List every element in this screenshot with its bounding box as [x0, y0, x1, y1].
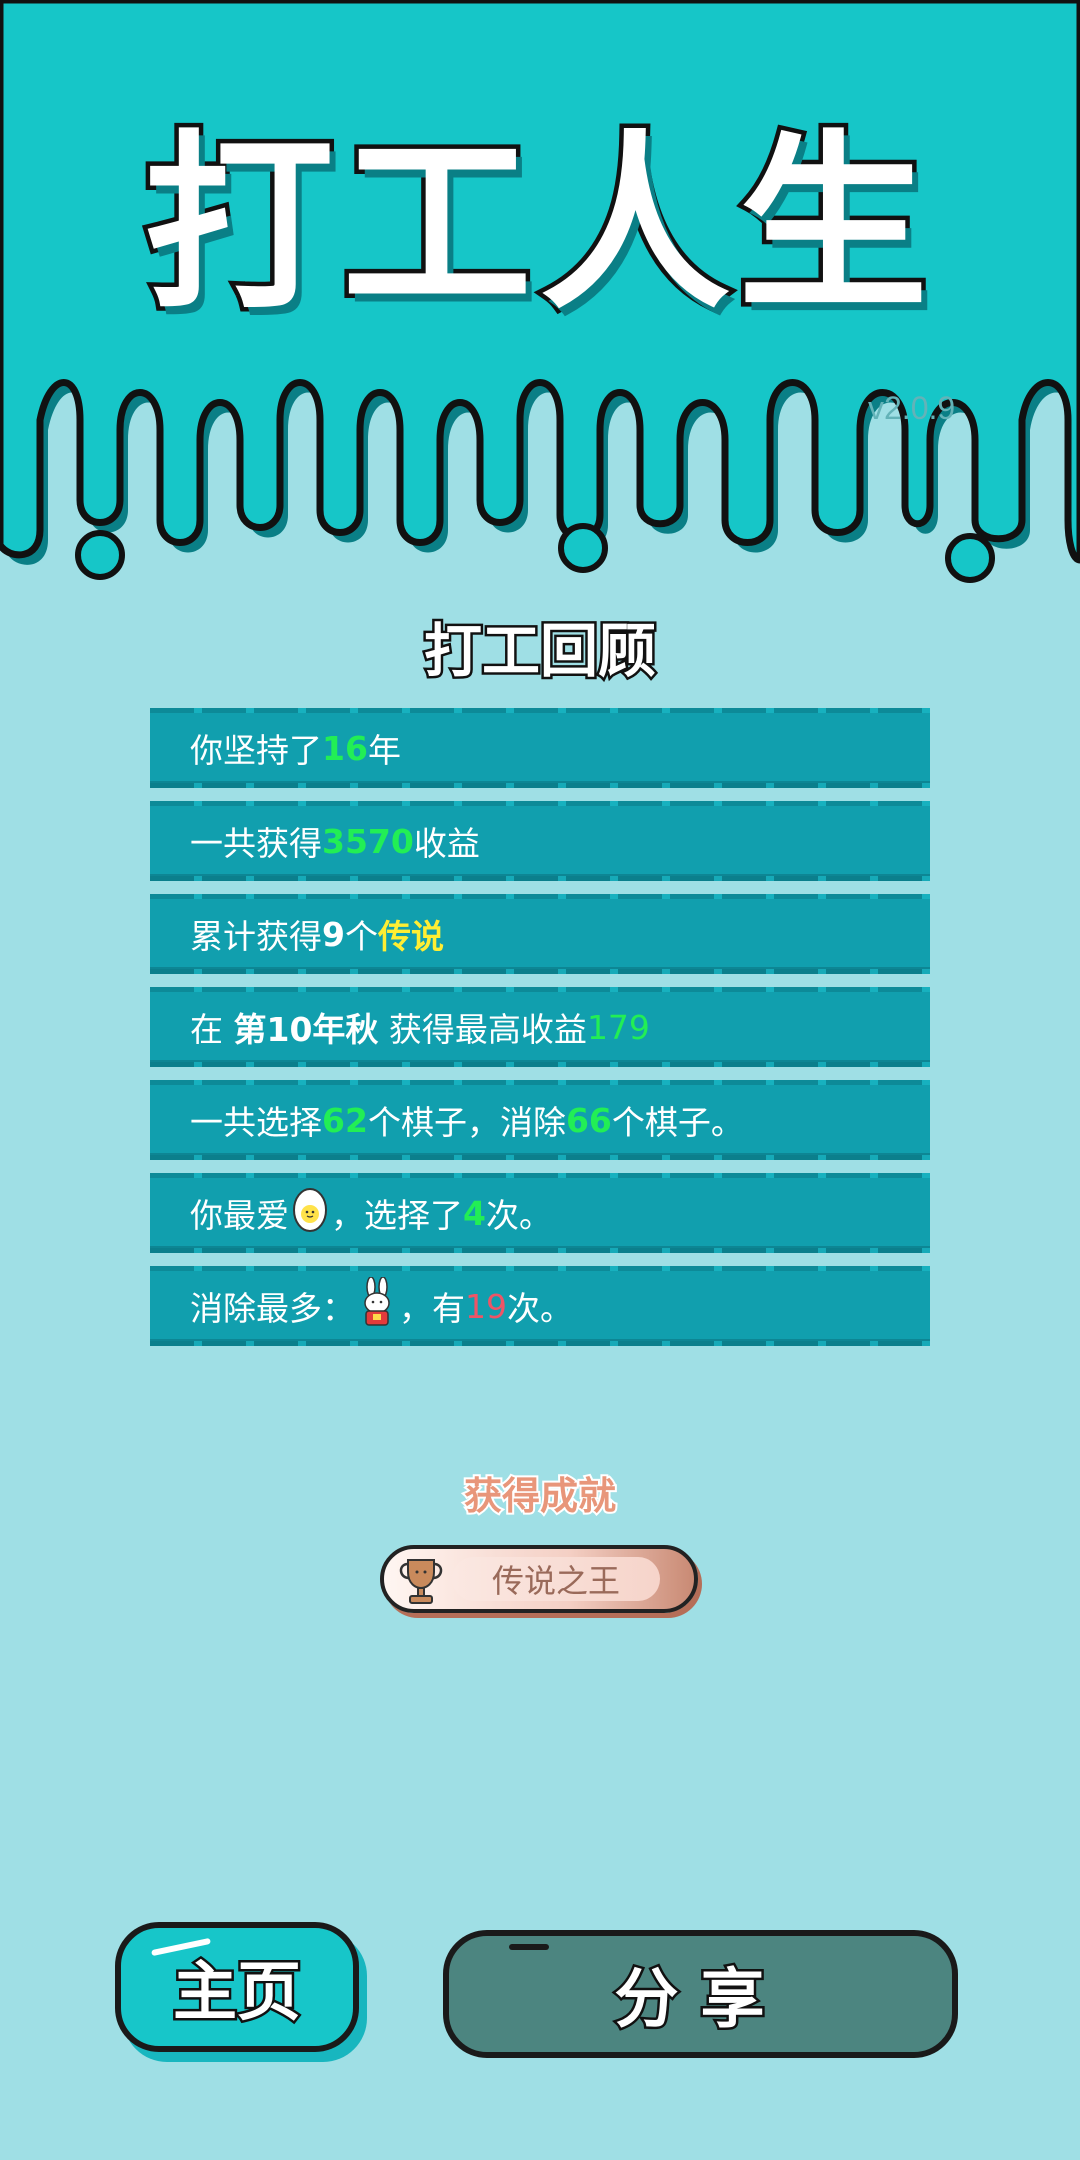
stat-text: 你最爱 — [190, 1196, 289, 1235]
header: 打工人生 v2.0.9 — [0, 0, 1080, 600]
stat-text: ，有 — [399, 1289, 465, 1328]
share-button[interactable]: 分享 — [443, 1930, 958, 2058]
stat-text: ，选择了 — [331, 1196, 463, 1235]
game-title: 打工人生 — [139, 114, 936, 335]
stat-value: 3570 — [322, 821, 414, 861]
stat-value: 179 — [586, 1007, 650, 1047]
version-label: v2.0.9 — [868, 390, 956, 426]
review-title: 打工回顾 — [421, 617, 658, 686]
stat-text: 个棋子，消除 — [367, 1103, 566, 1142]
review-stats: 你坚持了 16 年 一共获得 3570 收益 累计获得 9 个 传说 在 第10… — [150, 708, 930, 1359]
stat-text: 累计获得 — [190, 917, 322, 956]
stat-value: 16 — [322, 728, 368, 768]
stat-text: 个棋子。 — [611, 1103, 744, 1142]
trophy-icon — [396, 1554, 446, 1610]
stat-row-pieces: 一共选择 62 个棋子，消除 66 个棋子。 — [150, 1080, 930, 1160]
stat-text: 次。 — [485, 1196, 552, 1235]
home-button[interactable]: 主页 — [115, 1922, 359, 2052]
stat-value: 9 — [322, 914, 345, 954]
share-button-label: 分享 — [612, 1961, 787, 2040]
stat-row-income: 一共获得 3570 收益 — [150, 801, 930, 881]
stat-text: 你坚持了 — [190, 731, 322, 770]
stat-row-favorite: 你最爱 ，选择了 4 次。 — [150, 1173, 930, 1253]
stat-period: 第10年秋 — [233, 1010, 379, 1049]
stat-text: 获得最高收益 — [378, 1010, 587, 1049]
stat-text: 次。 — [507, 1289, 573, 1328]
stat-text: 年 — [367, 731, 401, 770]
button-highlight — [509, 1944, 549, 1950]
stat-text: 个 — [344, 917, 378, 956]
achievement-badge-label: 传说之王 — [452, 1557, 660, 1601]
home-button-label: 主页 — [171, 1954, 304, 2033]
stat-text: 一共选择 — [190, 1103, 322, 1142]
stat-row-years: 你坚持了 16 年 — [150, 708, 930, 788]
stat-row-most-eliminated: 消除最多： ，有 19 次。 — [150, 1266, 930, 1346]
stat-text: 一共获得 — [190, 824, 322, 863]
stat-value: 19 — [465, 1286, 507, 1326]
stat-highlight: 传说 — [377, 917, 444, 956]
stat-text: 消除最多： — [190, 1289, 355, 1328]
achievement-title: 获得成就 — [462, 1472, 618, 1520]
achievement-badge: 传说之王 — [380, 1545, 698, 1613]
stat-text: 收益 — [413, 824, 480, 863]
stat-text: 在 — [190, 1010, 234, 1049]
stat-row-legends: 累计获得 9 个 传说 — [150, 894, 930, 974]
stat-row-best-income: 在 第10年秋 获得最高收益 179 — [150, 987, 930, 1067]
stat-value-2: 66 — [565, 1100, 612, 1140]
egg-icon — [291, 1185, 329, 1241]
stat-value: 62 — [322, 1100, 368, 1140]
stat-value: 4 — [463, 1193, 486, 1233]
rabbit-icon — [357, 1276, 397, 1335]
